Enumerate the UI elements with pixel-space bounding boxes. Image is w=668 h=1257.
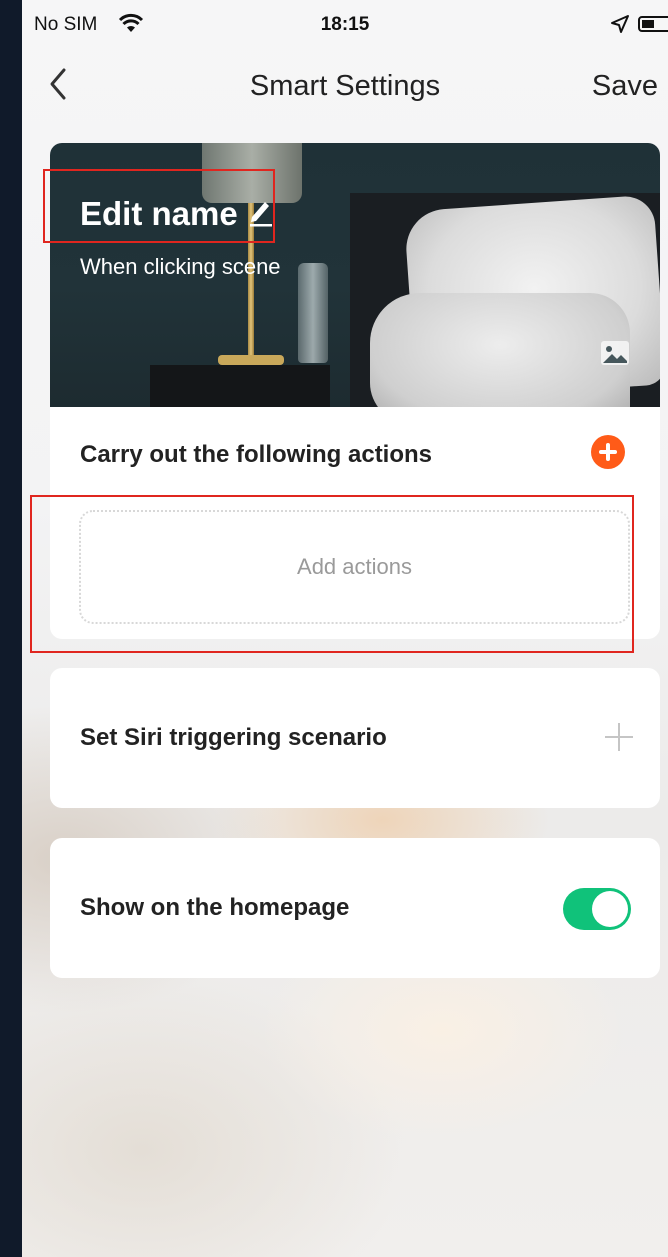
homepage-toggle[interactable]: [563, 888, 631, 930]
image-icon[interactable]: [600, 340, 630, 371]
siri-card[interactable]: Set Siri triggering scenario: [50, 668, 660, 808]
status-bar: No SIM 18:15: [22, 0, 668, 52]
plus-icon[interactable]: [605, 723, 633, 751]
navigation-bar: Smart Settings Save: [22, 56, 668, 116]
clock: 18:15: [320, 14, 370, 35]
save-button[interactable]: Save: [592, 70, 658, 103]
actions-heading: Carry out the following actions: [80, 441, 433, 468]
homepage-label: Show on the homepage: [80, 894, 350, 921]
highlight-box-edit-name: [43, 169, 275, 243]
battery-icon: [638, 16, 668, 32]
highlight-box-add-actions: [30, 495, 634, 653]
location-arrow-icon: [610, 14, 630, 39]
plus-circle-icon[interactable]: [591, 435, 625, 469]
scene-trigger-text: When clicking scene: [80, 254, 281, 279]
siri-label: Set Siri triggering scenario: [80, 724, 387, 751]
page-title: Smart Settings: [249, 70, 441, 102]
homepage-card: Show on the homepage: [50, 838, 660, 978]
toggle-knob: [592, 891, 628, 927]
